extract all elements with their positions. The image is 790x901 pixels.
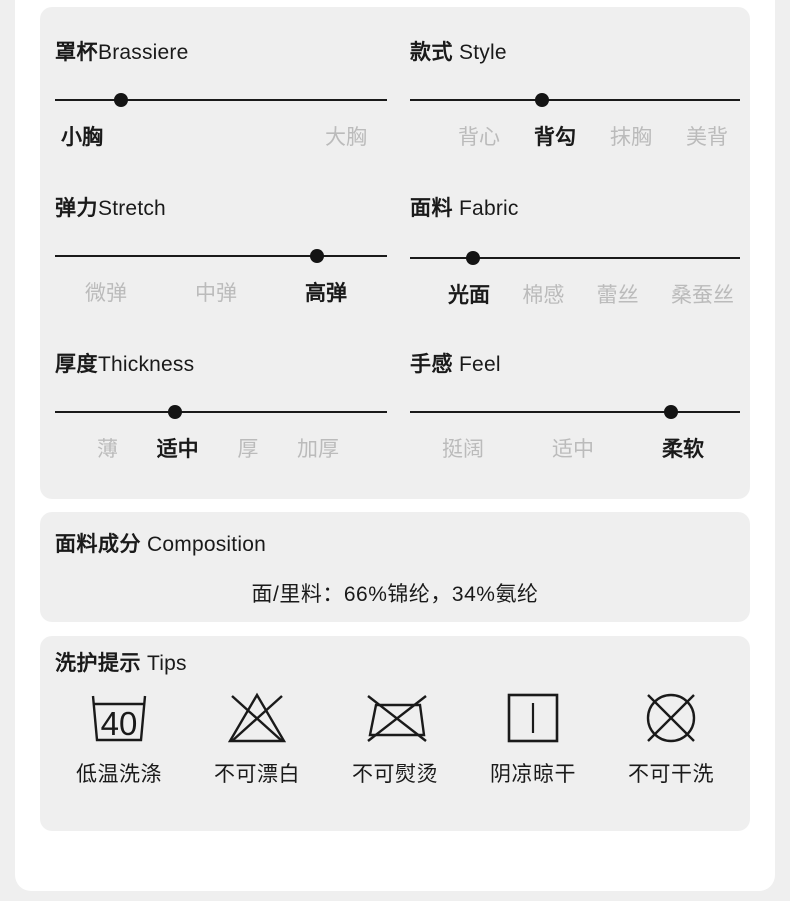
attributes-card: 罩杯Brassiere 小胸 大胸 款式 Style 背心 背勾 抹胸 美背 弹… <box>40 7 750 499</box>
care-tip: 不可熨烫 <box>330 688 460 788</box>
slider-knob[interactable] <box>310 249 325 263</box>
slider-track <box>55 411 387 413</box>
care-tip-label: 不可熨烫 <box>352 763 438 786</box>
care-tip-label: 低温洗涤 <box>76 763 162 786</box>
option-label[interactable]: 适中 <box>552 439 594 460</box>
product-detail-panel: 罩杯Brassiere 小胸 大胸 款式 Style 背心 背勾 抹胸 美背 弹… <box>15 0 775 891</box>
do-not-iron-icon <box>367 695 427 742</box>
option-label[interactable]: 适中 <box>157 439 199 460</box>
attribute-slider[interactable] <box>410 404 740 420</box>
option-label[interactable]: 背勾 <box>534 127 576 148</box>
attribute-title-cn: 款式 <box>410 41 453 64</box>
attribute-title-cn: 手感 <box>410 353 453 376</box>
option-label[interactable]: 薄 <box>97 439 118 460</box>
option-label[interactable]: 美背 <box>686 127 728 148</box>
option-label[interactable]: 加厚 <box>297 439 339 460</box>
attribute-options: 光面 棉感 蕾丝 桑蚕丝 <box>448 285 734 306</box>
attribute-stretch: 弹力Stretch 微弹 中弹 高弹 <box>55 198 387 304</box>
attribute-title: 手感 Feel <box>410 354 740 375</box>
option-label[interactable]: 微弹 <box>85 283 127 304</box>
slider-track <box>410 257 740 259</box>
attribute-title-en: Brassiere <box>98 41 189 64</box>
care-tip-label: 不可漂白 <box>214 763 300 786</box>
attribute-title-cn: 罩杯 <box>55 41 98 64</box>
attribute-style: 款式 Style 背心 背勾 抹胸 美背 <box>410 42 740 148</box>
attribute-slider[interactable] <box>410 250 740 266</box>
care-tip: 阴凉晾干 <box>468 688 598 788</box>
option-label[interactable]: 棉感 <box>522 285 564 306</box>
option-label[interactable]: 抹胸 <box>610 127 652 148</box>
attribute-fabric: 面料 Fabric 光面 棉感 蕾丝 桑蚕丝 <box>410 198 740 306</box>
attribute-slider[interactable] <box>55 404 387 420</box>
attribute-slider[interactable] <box>55 248 387 264</box>
attribute-options: 薄 适中 厚 加厚 <box>97 439 339 460</box>
attribute-options: 背心 背勾 抹胸 美背 <box>458 127 728 148</box>
option-label[interactable]: 中弹 <box>195 283 237 304</box>
attribute-title: 厚度Thickness <box>55 354 387 375</box>
wash-40-icon: 40 <box>91 695 147 742</box>
attribute-options: 微弹 中弹 高弹 <box>85 283 347 304</box>
option-label[interactable]: 厚 <box>237 439 258 460</box>
tips-title-en: Tips <box>141 652 187 675</box>
composition-title-en: Composition <box>141 533 266 556</box>
composition-title-cn: 面料成分 <box>55 533 141 556</box>
tips-title: 洗护提示 Tips <box>55 653 187 674</box>
option-label[interactable]: 桑蚕丝 <box>671 285 734 306</box>
do-not-dryclean-icon <box>646 693 696 743</box>
slider-knob[interactable] <box>663 405 678 419</box>
slider-knob[interactable] <box>465 251 480 265</box>
attribute-title-cn: 面料 <box>410 197 453 220</box>
attribute-title-cn: 弹力 <box>55 197 98 220</box>
option-label[interactable]: 柔软 <box>662 439 704 460</box>
slider-knob[interactable] <box>167 405 182 419</box>
composition-card: 面料成分 Composition 面/里料：66%锦纶，34%氨纶 <box>40 512 750 622</box>
attribute-title: 款式 Style <box>410 42 740 63</box>
slider-knob[interactable] <box>114 93 129 107</box>
svg-text:40: 40 <box>101 705 138 742</box>
attribute-title: 弹力Stretch <box>55 198 387 219</box>
attribute-title-en: Thickness <box>98 353 195 376</box>
option-label[interactable]: 蕾丝 <box>597 285 639 306</box>
attribute-title: 面料 Fabric <box>410 198 740 219</box>
attribute-title-en: Fabric <box>453 197 519 220</box>
slider-knob[interactable] <box>535 93 549 107</box>
attribute-brassiere: 罩杯Brassiere 小胸 大胸 <box>55 42 387 148</box>
option-label[interactable]: 小胸 <box>61 127 103 148</box>
care-tip-label: 阴凉晾干 <box>490 763 576 786</box>
slider-track <box>410 99 740 101</box>
tips-title-cn: 洗护提示 <box>55 652 141 675</box>
option-label[interactable]: 挺阔 <box>442 439 484 460</box>
slider-track <box>55 99 387 101</box>
care-tip: 40 低温洗涤 <box>54 688 184 788</box>
care-tip: 不可干洗 <box>606 688 736 788</box>
option-label[interactable]: 大胸 <box>325 127 367 148</box>
composition-title: 面料成分 Composition <box>55 534 266 555</box>
dry-in-shade-icon <box>507 693 559 743</box>
care-symbols-row: 40 低温洗涤 不可漂白 不可熨烫 阴凉晾干 不可干洗 <box>50 688 740 788</box>
attribute-slider[interactable] <box>410 92 740 108</box>
option-label[interactable]: 背心 <box>458 127 500 148</box>
attribute-options: 小胸 大胸 <box>61 127 367 148</box>
attribute-title-cn: 厚度 <box>55 353 98 376</box>
do-not-bleach-icon <box>227 692 287 743</box>
attribute-slider[interactable] <box>55 92 387 108</box>
care-tip-label: 不可干洗 <box>628 763 714 786</box>
option-label[interactable]: 高弹 <box>305 283 347 304</box>
slider-track <box>410 411 740 413</box>
option-label[interactable]: 光面 <box>448 285 490 306</box>
attribute-thickness: 厚度Thickness 薄 适中 厚 加厚 <box>55 354 387 460</box>
attribute-feel: 手感 Feel 挺阔 适中 柔软 <box>410 354 740 460</box>
attribute-title-en: Style <box>453 41 507 64</box>
slider-track <box>55 255 387 257</box>
attribute-options: 挺阔 适中 柔软 <box>442 439 704 460</box>
care-tips-card: 洗护提示 Tips 40 低温洗涤 不可漂白 不可熨烫 阴凉晾干 不可干洗 <box>40 636 750 831</box>
attribute-title: 罩杯Brassiere <box>55 42 387 63</box>
attribute-title-en: Feel <box>453 353 501 376</box>
composition-value: 面/里料：66%锦纶，34%氨纶 <box>251 583 539 606</box>
attribute-title-en: Stretch <box>98 197 166 220</box>
care-tip: 不可漂白 <box>192 688 322 788</box>
